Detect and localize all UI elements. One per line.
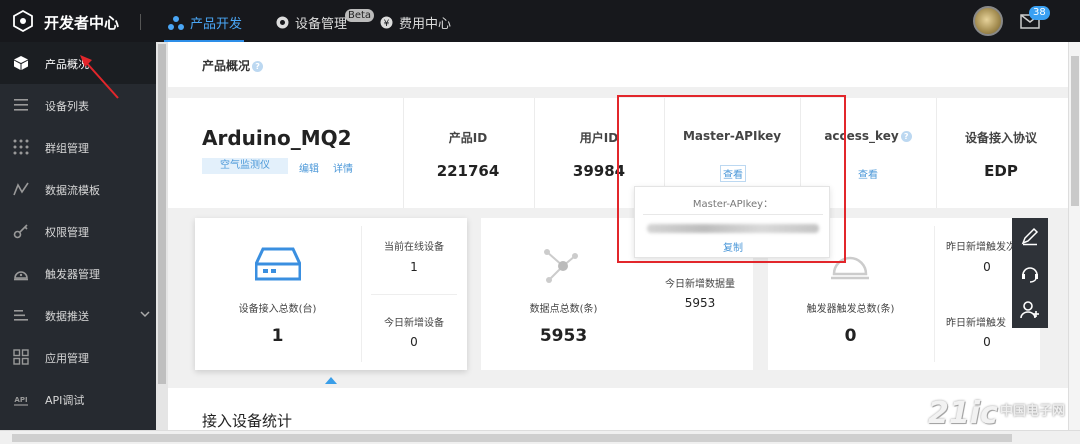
divider — [403, 98, 404, 208]
cube-icon — [14, 56, 28, 70]
edit-icon[interactable] — [1020, 226, 1040, 246]
sidebar-item-data-push[interactable]: 数据推送 — [0, 294, 156, 336]
nav-label: 费用中心 — [399, 17, 452, 32]
device-stats-card[interactable]: 设备接入总数(台) 1 当前在线设备 1 今日新增设备 0 — [195, 218, 467, 370]
sidebar-scroll-thumb[interactable] — [158, 44, 166, 384]
logo-icon[interactable] — [12, 10, 34, 32]
yesterday-triggers-value-2: 0 — [983, 335, 991, 349]
top-bar: 开发者中心 产品开发 设备管理 Beta ¥ 费用中心 38 — [0, 0, 1080, 42]
product-id-value: 221764 — [436, 162, 500, 180]
watermark-text: 中国电子网 — [1000, 404, 1066, 419]
key-icon — [13, 224, 28, 239]
page-header: 产品概况? — [168, 42, 1068, 87]
list-icon — [14, 99, 28, 111]
yen-icon: ¥ — [380, 16, 393, 29]
detail-link[interactable]: 详情 — [333, 160, 353, 175]
sidebar-item-datastream-template[interactable]: 数据流模板 — [0, 168, 156, 210]
page-scroll-thumb[interactable] — [1071, 56, 1079, 206]
active-card-indicator — [325, 377, 337, 384]
sidebar-item-label: 数据推送 — [45, 310, 89, 323]
sidebar-item-label: API调试 — [45, 394, 85, 407]
nav-product-dev[interactable]: 产品开发 — [168, 13, 242, 32]
api-icon: API — [14, 396, 28, 406]
device-icon — [255, 247, 301, 281]
apps-icon — [13, 349, 29, 365]
help-icon[interactable]: ? — [900, 131, 912, 142]
nav-device-mgmt[interactable]: 设备管理 — [276, 13, 347, 32]
divider — [140, 14, 141, 30]
annotation-arrow-icon — [80, 55, 119, 99]
product-tag: 空气监测仪 — [202, 158, 288, 174]
watermark-logo: 21ic — [928, 396, 998, 431]
datapoint-total-label: 数据点总数(条) — [529, 304, 598, 315]
nav-label: 设备管理 — [295, 17, 348, 32]
nav-billing[interactable]: ¥ 费用中心 — [380, 13, 451, 32]
new-devices-label: 今日新增设备 — [384, 318, 444, 329]
device-total-value: 1 — [271, 326, 284, 346]
nav-label: 产品开发 — [190, 17, 243, 32]
trigger-total-value: 0 — [844, 326, 857, 346]
datapoint-total-value: 5953 — [539, 326, 588, 346]
svg-text:API: API — [14, 396, 27, 404]
sidebar-item-triggers[interactable]: 触发器管理 — [0, 252, 156, 294]
grid-dots-icon — [13, 139, 29, 155]
product-id-label: 产品ID — [448, 131, 488, 145]
divider — [371, 294, 457, 295]
horizontal-scroll-thumb[interactable] — [12, 434, 1012, 442]
divider — [534, 98, 535, 208]
highlight-box — [617, 95, 846, 263]
sidebar-item-permissions[interactable]: 权限管理 — [0, 210, 156, 252]
sidebar-scrollbar[interactable] — [156, 42, 168, 430]
protocol-label: 设备接入协议 — [964, 131, 1037, 145]
product-name: Arduino_MQ2 — [202, 126, 352, 150]
help-icon[interactable]: ? — [252, 61, 264, 72]
new-datapoints-label: 今日新增数据量 — [665, 279, 735, 290]
new-datapoints-value: 5953 — [684, 296, 716, 310]
beta-badge: Beta — [345, 9, 375, 22]
datapoint-icon — [544, 249, 578, 283]
sidebar-item-apps[interactable]: 应用管理 — [0, 336, 156, 378]
horizontal-scrollbar[interactable] — [0, 430, 1080, 444]
record-icon — [276, 16, 289, 29]
edit-link[interactable]: 编辑 — [299, 160, 319, 175]
new-devices-value: 0 — [410, 335, 418, 349]
sidebar-item-label: 权限管理 — [45, 226, 89, 239]
avatar[interactable] — [973, 6, 1003, 36]
molecule-icon — [168, 15, 184, 30]
sidebar: 产品概况 设备列表 群组管理 数据流模板 权限管理 触发器管理 数据推送 应用管… — [0, 42, 156, 444]
device-total-label: 设备接入总数(台) — [238, 304, 317, 315]
sidebar-item-label: 群组管理 — [45, 142, 89, 155]
add-user-icon[interactable] — [1020, 300, 1040, 320]
page-title: 产品概况? — [202, 57, 264, 74]
sidebar-item-label: 触发器管理 — [45, 268, 100, 281]
push-icon — [14, 310, 28, 321]
trigger-total-label: 触发器触发总数(条) — [806, 304, 895, 315]
mail-count-badge: 38 — [1029, 6, 1050, 20]
online-devices-label: 当前在线设备 — [384, 242, 444, 253]
divider — [936, 98, 937, 208]
chart-line-icon — [13, 182, 29, 196]
sidebar-item-groups[interactable]: 群组管理 — [0, 126, 156, 168]
sidebar-item-api-debug[interactable]: API API调试 — [0, 378, 156, 420]
chevron-down-icon[interactable] — [140, 311, 150, 318]
page-scrollbar[interactable] — [1068, 42, 1080, 432]
online-devices-value: 1 — [410, 260, 418, 274]
svg-text:¥: ¥ — [384, 19, 390, 29]
sidebar-item-label: 数据流模板 — [45, 184, 100, 197]
headset-icon[interactable] — [1020, 263, 1040, 283]
protocol-value: EDP — [984, 162, 1018, 180]
floating-toolbar — [1012, 218, 1048, 328]
alarm-icon — [14, 271, 28, 281]
sidebar-item-label: 应用管理 — [45, 352, 89, 365]
section-title: 接入设备统计 — [202, 412, 293, 430]
brand-title[interactable]: 开发者中心 — [44, 12, 119, 33]
